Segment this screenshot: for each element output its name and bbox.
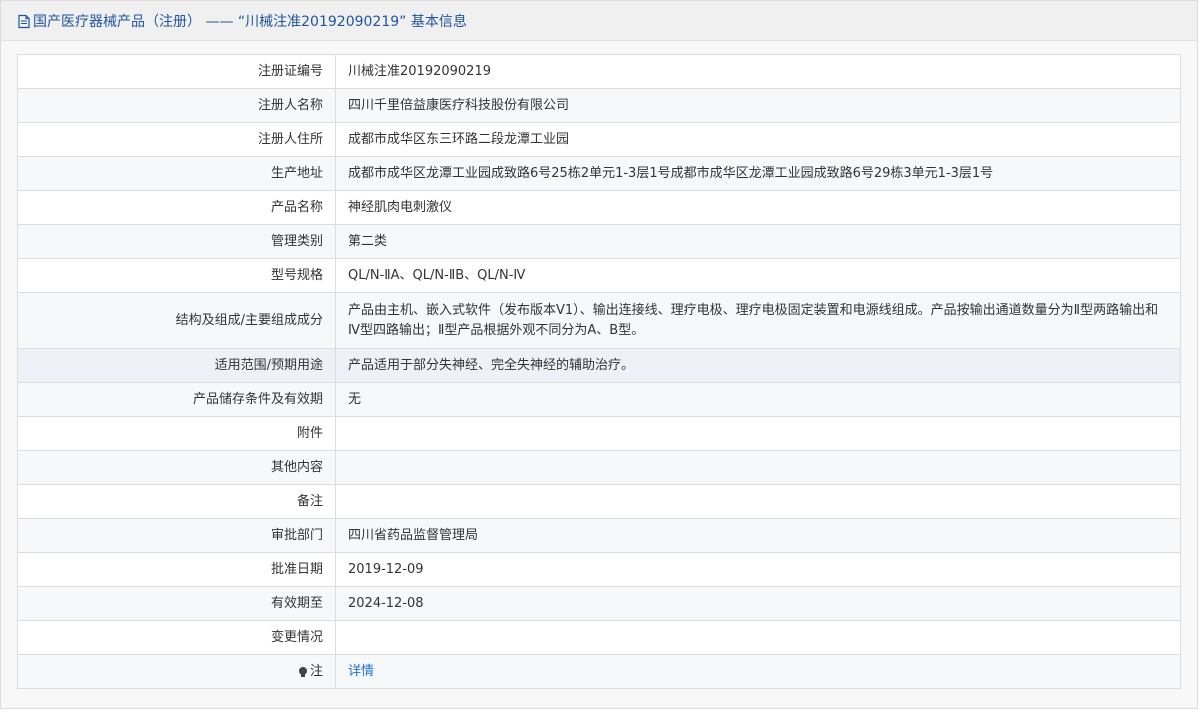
lightbulb-icon [298,666,307,677]
row-label: 管理类别 [17,224,336,259]
info-panel: 国产医疗器械产品（注册） —— “川械注准20192090219” 基本信息 注… [0,0,1198,709]
table-row: 其他内容 [17,450,1181,485]
row-value [335,620,1181,655]
row-label: 产品储存条件及有效期 [17,382,336,417]
info-table: 注册证编号 川械注准20192090219 注册人名称 四川千里倍益康医疗科技股… [17,54,1181,689]
row-value: 神经肌肉电刺激仪 [335,190,1181,225]
row-label: 注册人名称 [17,88,336,123]
row-value: QL/N-ⅡA、QL/N-ⅡB、QL/N-Ⅳ [335,258,1181,293]
row-value [335,416,1181,451]
panel-title: 国产医疗器械产品（注册） —— “川械注准20192090219” 基本信息 [33,13,467,30]
row-value [335,484,1181,519]
info-table-container: 注册证编号 川械注准20192090219 注册人名称 四川千里倍益康医疗科技股… [17,54,1181,689]
row-value: 四川省药品监督管理局 [335,518,1181,553]
table-row: 型号规格 QL/N-ⅡA、QL/N-ⅡB、QL/N-Ⅳ [17,258,1181,293]
row-value: 四川千里倍益康医疗科技股份有限公司 [335,88,1181,123]
row-value: 川械注准20192090219 [335,54,1181,89]
details-link[interactable]: 详情 [348,664,374,679]
document-icon [17,14,31,29]
row-value: 2024-12-08 [335,586,1181,621]
table-row: 管理类别 第二类 [17,224,1181,259]
row-value: 无 [335,382,1181,417]
row-value: 成都市成华区龙潭工业园成致路6号25栋2单元1-3层1号成都市成华区龙潭工业园成… [335,156,1181,191]
row-label: 注册证编号 [17,54,336,89]
row-label: 附件 [17,416,336,451]
row-label: 注册人住所 [17,122,336,157]
row-label: 型号规格 [17,258,336,293]
row-label: 生产地址 [17,156,336,191]
table-row: 附件 [17,416,1181,451]
table-row: 备注 [17,484,1181,519]
table-row: 批准日期 2019-12-09 [17,552,1181,587]
row-value: 成都市成华区东三环路二段龙潭工业园 [335,122,1181,157]
row-label: 适用范围/预期用途 [17,348,336,383]
table-row: 适用范围/预期用途 产品适用于部分失神经、完全失神经的辅助治疗。 [17,348,1181,383]
row-value: 第二类 [335,224,1181,259]
table-row: 审批部门 四川省药品监督管理局 [17,518,1181,553]
row-label: 备注 [17,484,336,519]
row-label: 其他内容 [17,450,336,485]
row-label: 产品名称 [17,190,336,225]
row-value: 2019-12-09 [335,552,1181,587]
row-label: 有效期至 [17,586,336,621]
row-value [335,450,1181,485]
table-row: 有效期至 2024-12-08 [17,586,1181,621]
row-label: 结构及组成/主要组成成分 [17,292,336,349]
row-label-note: 注 [17,654,336,689]
table-row: 生产地址 成都市成华区龙潭工业园成致路6号25栋2单元1-3层1号成都市成华区龙… [17,156,1181,191]
table-row: 变更情况 [17,620,1181,655]
note-label: 注 [309,663,323,679]
table-row: 注册人名称 四川千里倍益康医疗科技股份有限公司 [17,88,1181,123]
row-label: 审批部门 [17,518,336,553]
row-value: 产品适用于部分失神经、完全失神经的辅助治疗。 [335,348,1181,383]
table-row: 注 详情 [17,654,1181,689]
panel-header: 国产医疗器械产品（注册） —— “川械注准20192090219” 基本信息 [1,1,1197,41]
table-row: 注册人住所 成都市成华区东三环路二段龙潭工业园 [17,122,1181,157]
table-row: 产品名称 神经肌肉电刺激仪 [17,190,1181,225]
row-value: 产品由主机、嵌入式软件（发布版本V1）、输出连接线、理疗电极、理疗电极固定装置和… [335,292,1181,349]
table-row: 注册证编号 川械注准20192090219 [17,54,1181,89]
table-row: 产品储存条件及有效期 无 [17,382,1181,417]
table-row: 结构及组成/主要组成成分 产品由主机、嵌入式软件（发布版本V1）、输出连接线、理… [17,292,1181,349]
row-value: 详情 [335,654,1181,689]
row-label: 变更情况 [17,620,336,655]
row-label: 批准日期 [17,552,336,587]
